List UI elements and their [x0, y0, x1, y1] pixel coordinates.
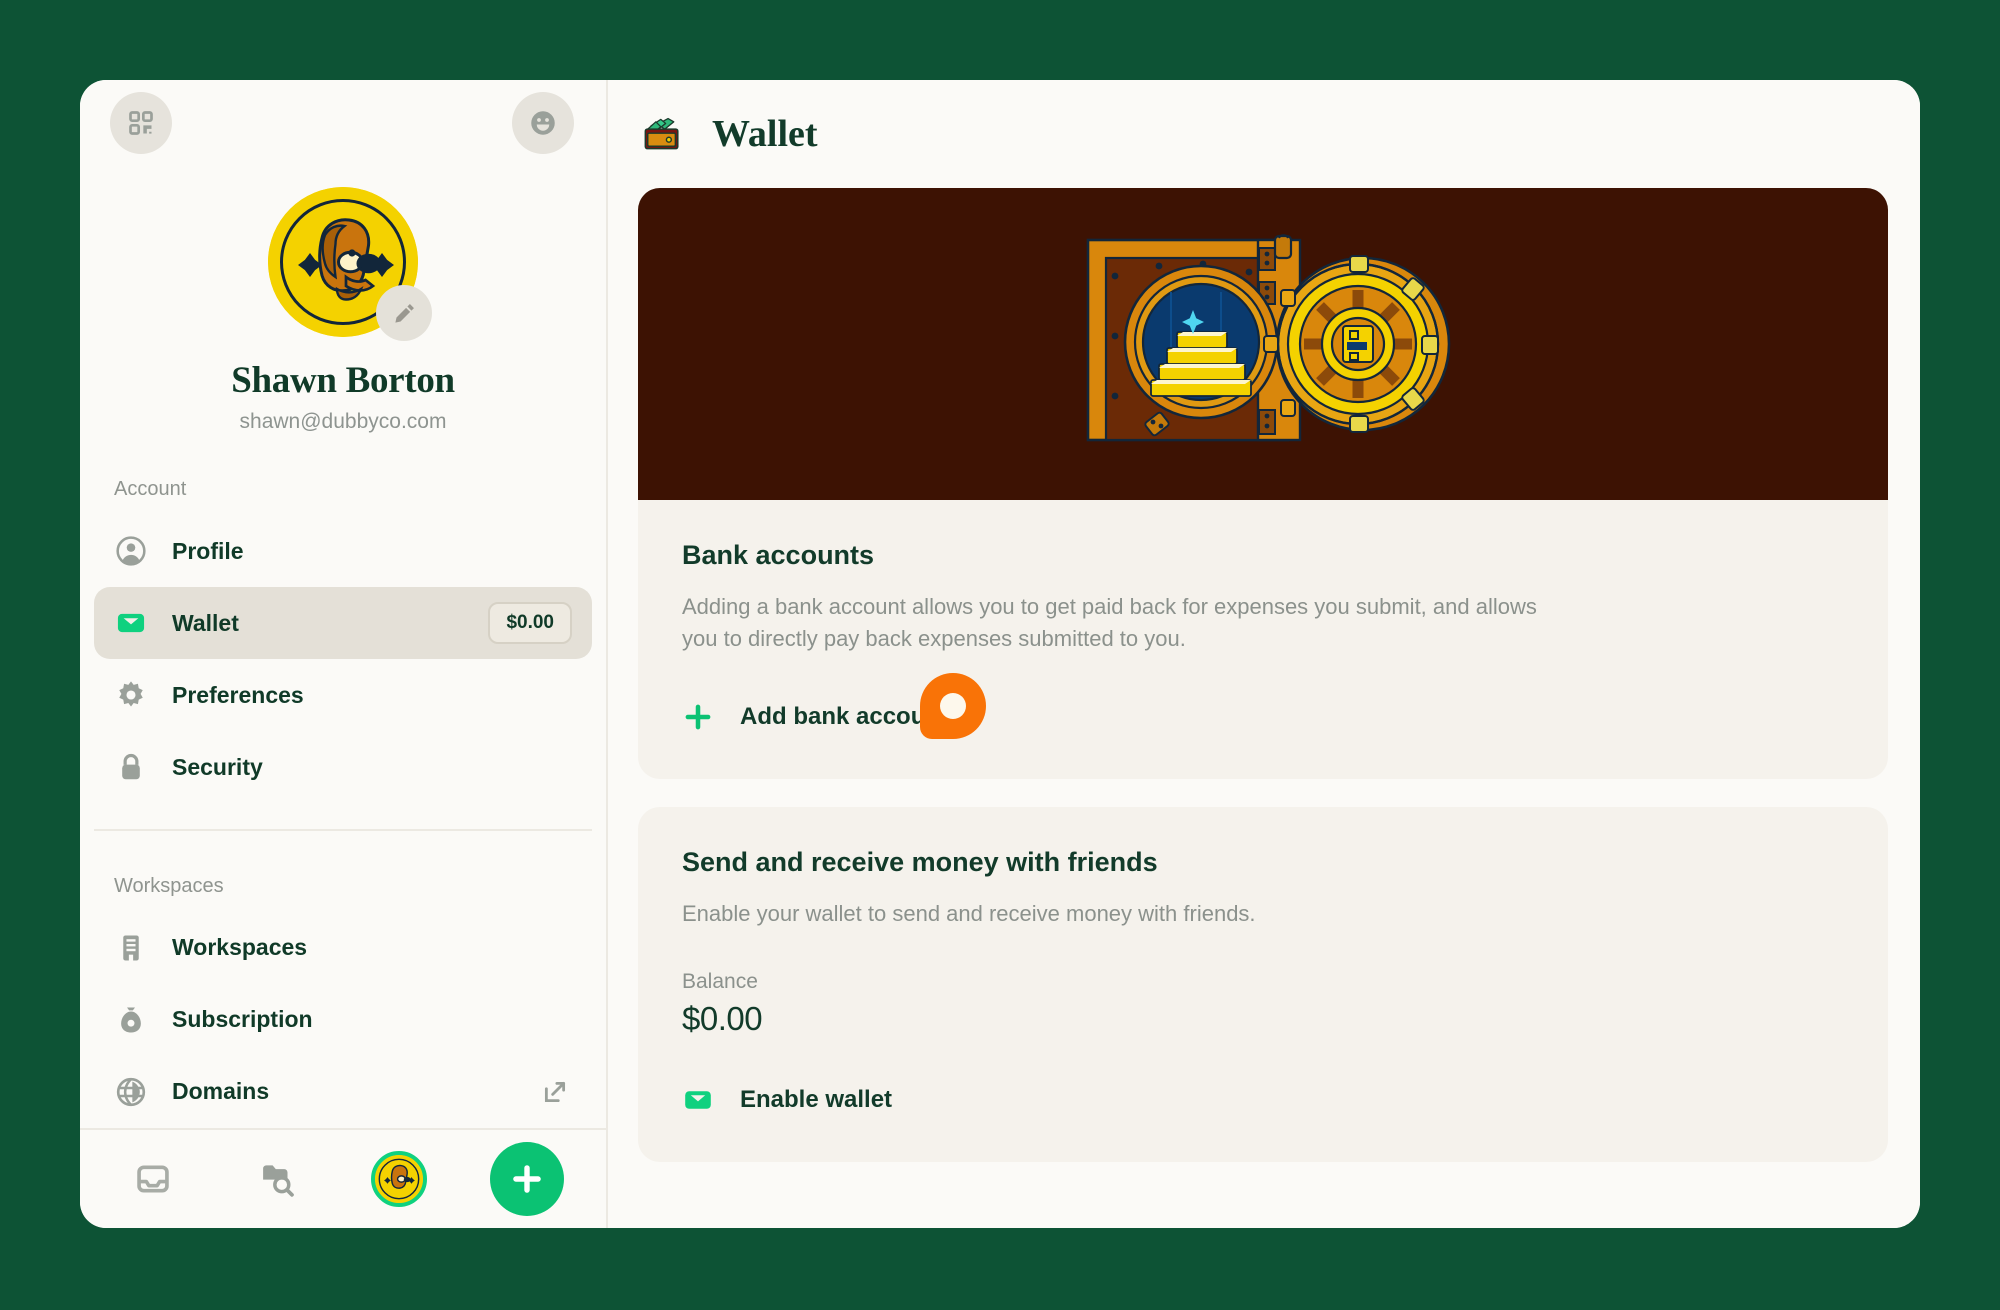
main-body: Bank accounts Adding a bank account allo…	[608, 188, 1920, 1162]
sidebar-bottom-bar	[80, 1127, 606, 1228]
smiley-face-icon-button[interactable]	[512, 91, 574, 154]
search-icon-button[interactable]	[247, 1148, 309, 1210]
profile-email: shawn@dubbyco.com	[239, 410, 447, 434]
wallet-balance-badge: $0.00	[488, 602, 572, 645]
page-title: Wallet	[712, 113, 818, 155]
pencil-edit-icon	[394, 303, 414, 323]
sidebar-item-label: Preferences	[172, 681, 304, 708]
avatar-wrapper	[268, 187, 432, 342]
gear-icon	[114, 678, 148, 712]
person-circle-icon	[114, 534, 148, 568]
bank-vault-gold-illustration-icon	[1086, 234, 1451, 442]
sidebar-item-profile[interactable]: Profile	[94, 515, 592, 587]
main-content: Wallet Bank accounts Adding a bank accou…	[608, 80, 1920, 1228]
wallet-cash-emoji-icon	[644, 117, 679, 150]
sidebar-item-subscription[interactable]: Subscription	[94, 984, 592, 1056]
bottom-avatar-button[interactable]	[371, 1150, 428, 1207]
app-window: Shawn Borton shawn@dubbyco.com Account P…	[80, 80, 1920, 1228]
nav-section-label-account: Account	[114, 478, 187, 501]
action-label: Add bank account	[740, 702, 949, 730]
send-receive-money-card-body: Send and receive money with friends Enab…	[638, 807, 1888, 1162]
gold-coin-avatar-icon	[375, 1154, 424, 1203]
qr-grid-icon	[129, 110, 153, 135]
sidebar: Shawn Borton shawn@dubbyco.com Account P…	[80, 80, 608, 1228]
add-button[interactable]	[489, 1141, 564, 1216]
smiley-face-icon	[531, 110, 555, 135]
card-description: Adding a bank account allows you to get …	[682, 594, 1537, 651]
add-bank-account-button[interactable]: Add bank account	[682, 672, 986, 739]
enable-wallet-button[interactable]: Enable wallet	[682, 1084, 892, 1116]
bank-accounts-card: Bank accounts Adding a bank account allo…	[638, 188, 1888, 779]
profile-name: Shawn Borton	[231, 360, 455, 402]
edit-avatar-button[interactable]	[376, 285, 432, 342]
sidebar-item-label: Wallet	[172, 609, 239, 636]
balance-label: Balance	[682, 969, 758, 993]
sidebar-divider	[94, 829, 592, 831]
send-receive-money-card: Send and receive money with friends Enab…	[638, 806, 1888, 1162]
sidebar-item-label: Profile	[172, 537, 244, 564]
plus-icon	[685, 704, 711, 730]
sidebar-item-workspaces[interactable]: Workspaces	[94, 912, 592, 984]
sidebar-item-label: Security	[172, 753, 263, 780]
bank-accounts-card-body: Bank accounts Adding a bank account allo…	[638, 500, 1888, 779]
plus-icon	[513, 1165, 541, 1193]
external-link-icon[interactable]	[538, 1075, 572, 1109]
sidebar-item-label: Workspaces	[172, 934, 308, 961]
sidebar-item-label: Domains	[172, 1078, 270, 1105]
card-title: Send and receive money with friends	[682, 846, 1158, 877]
building-icon	[114, 931, 148, 965]
main-header: Wallet	[608, 80, 1920, 188]
search-folder-icon	[262, 1165, 294, 1197]
profile-block: Shawn Borton shawn@dubbyco.com	[80, 165, 606, 434]
balance-value: $0.00	[682, 999, 763, 1037]
sidebar-item-label: Subscription	[172, 1006, 313, 1033]
globe-icon	[114, 1075, 148, 1109]
vault-hero-banner	[638, 188, 1888, 500]
nav-section-label-workspaces: Workspaces	[114, 874, 224, 897]
sidebar-item-preferences[interactable]: Preferences	[94, 659, 592, 731]
sidebar-item-domains[interactable]: Domains	[94, 1056, 592, 1128]
qr-grid-icon-button[interactable]	[110, 91, 172, 154]
wallet-icon	[685, 1090, 711, 1109]
wallet-icon	[114, 606, 148, 640]
sidebar-topbar	[80, 80, 606, 165]
nav-list-account: Profile Wallet $0.00 Preferences Securit…	[80, 515, 606, 803]
money-bag-icon	[114, 1003, 148, 1037]
card-title: Bank accounts	[682, 540, 875, 570]
inbox-icon-button[interactable]	[122, 1148, 184, 1210]
sidebar-item-wallet[interactable]: Wallet $0.00	[94, 587, 592, 660]
card-description: Enable your wallet to send and receive m…	[682, 900, 1256, 926]
inbox-icon	[137, 1165, 169, 1193]
sidebar-item-security[interactable]: Security	[94, 731, 592, 803]
action-label: Enable wallet	[740, 1085, 893, 1113]
lock-icon	[114, 750, 148, 784]
nav-list-workspaces: Workspaces Subscription Domains	[80, 912, 606, 1128]
